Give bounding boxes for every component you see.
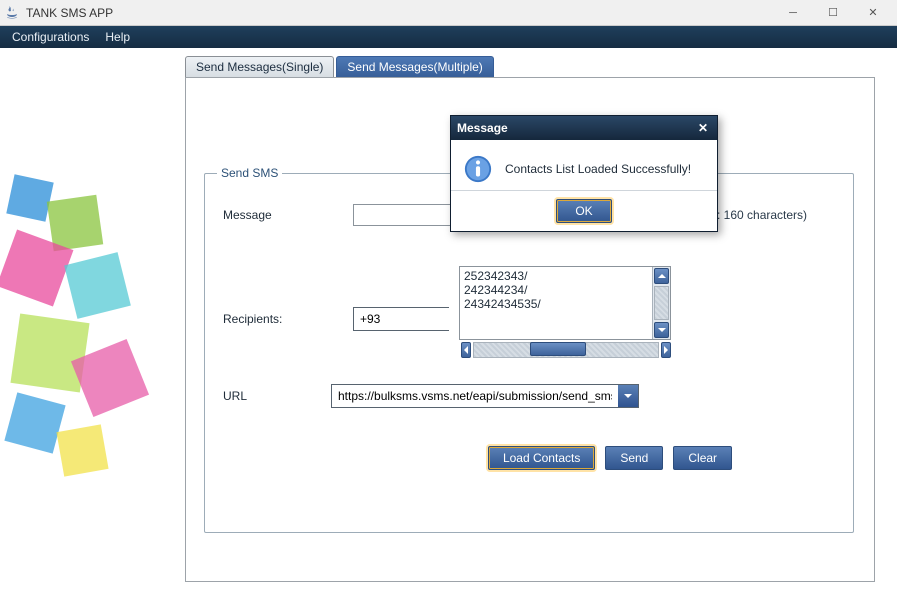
message-dialog: Message ✕ Contacts List Loaded Successfu… <box>450 115 718 232</box>
window-buttons: ─ ☐ ✕ <box>773 2 893 24</box>
scroll-right-icon[interactable] <box>661 342 671 358</box>
scroll-up-icon[interactable] <box>654 268 669 284</box>
url-input[interactable] <box>332 385 618 407</box>
list-item[interactable]: 24342434535/ <box>464 297 648 311</box>
horizontal-scrollbar[interactable] <box>460 341 672 359</box>
dialog-header[interactable]: Message ✕ <box>451 116 717 140</box>
menu-help[interactable]: Help <box>97 28 138 46</box>
close-icon[interactable]: ✕ <box>695 120 711 136</box>
menu-configurations[interactable]: Configurations <box>4 28 97 46</box>
menubar: Configurations Help <box>0 26 897 48</box>
load-contacts-button[interactable]: Load Contacts <box>488 446 595 470</box>
dialog-title: Message <box>457 121 695 135</box>
recipients-items: 252342343/ 242344234/ 24342434535/ <box>460 267 652 339</box>
message-label: Message <box>223 208 323 222</box>
workspace: Send Messages(Single) Send Messages(Mult… <box>0 48 897 597</box>
tab-send-multiple[interactable]: Send Messages(Multiple) <box>336 56 493 78</box>
tab-send-single[interactable]: Send Messages(Single) <box>185 56 334 78</box>
scroll-thumb[interactable] <box>530 342 586 356</box>
send-button[interactable]: Send <box>605 446 663 470</box>
ok-button[interactable]: OK <box>556 199 611 223</box>
window-title: TANK SMS APP <box>26 6 773 20</box>
dialog-message: Contacts List Loaded Successfully! <box>505 162 691 176</box>
url-label: URL <box>223 389 323 403</box>
country-code-combo[interactable] <box>353 307 449 331</box>
clear-button[interactable]: Clear <box>673 446 732 470</box>
maximize-button[interactable]: ☐ <box>813 2 853 24</box>
scroll-down-icon[interactable] <box>654 322 669 338</box>
url-combo[interactable] <box>331 384 639 408</box>
titlebar: TANK SMS APP ─ ☐ ✕ <box>0 0 897 26</box>
recipients-listbox[interactable]: 252342343/ 242344234/ 24342434535/ <box>459 266 671 340</box>
scroll-track[interactable] <box>654 286 669 320</box>
info-icon <box>463 154 493 184</box>
java-icon <box>4 5 20 21</box>
list-item[interactable]: 242344234/ <box>464 283 648 297</box>
dialog-footer: OK <box>451 191 717 231</box>
scroll-left-icon[interactable] <box>461 342 471 358</box>
tab-strip: Send Messages(Single) Send Messages(Mult… <box>185 56 496 78</box>
dialog-body: Contacts List Loaded Successfully! <box>451 140 717 191</box>
fieldset-legend: Send SMS <box>217 166 282 180</box>
chevron-down-icon[interactable] <box>618 385 638 407</box>
recipients-label: Recipients: <box>223 312 323 326</box>
vertical-scrollbar[interactable] <box>652 267 670 339</box>
list-item[interactable]: 252342343/ <box>464 269 648 283</box>
close-button[interactable]: ✕ <box>853 2 893 24</box>
minimize-button[interactable]: ─ <box>773 2 813 24</box>
decorative-squares <box>0 168 180 508</box>
